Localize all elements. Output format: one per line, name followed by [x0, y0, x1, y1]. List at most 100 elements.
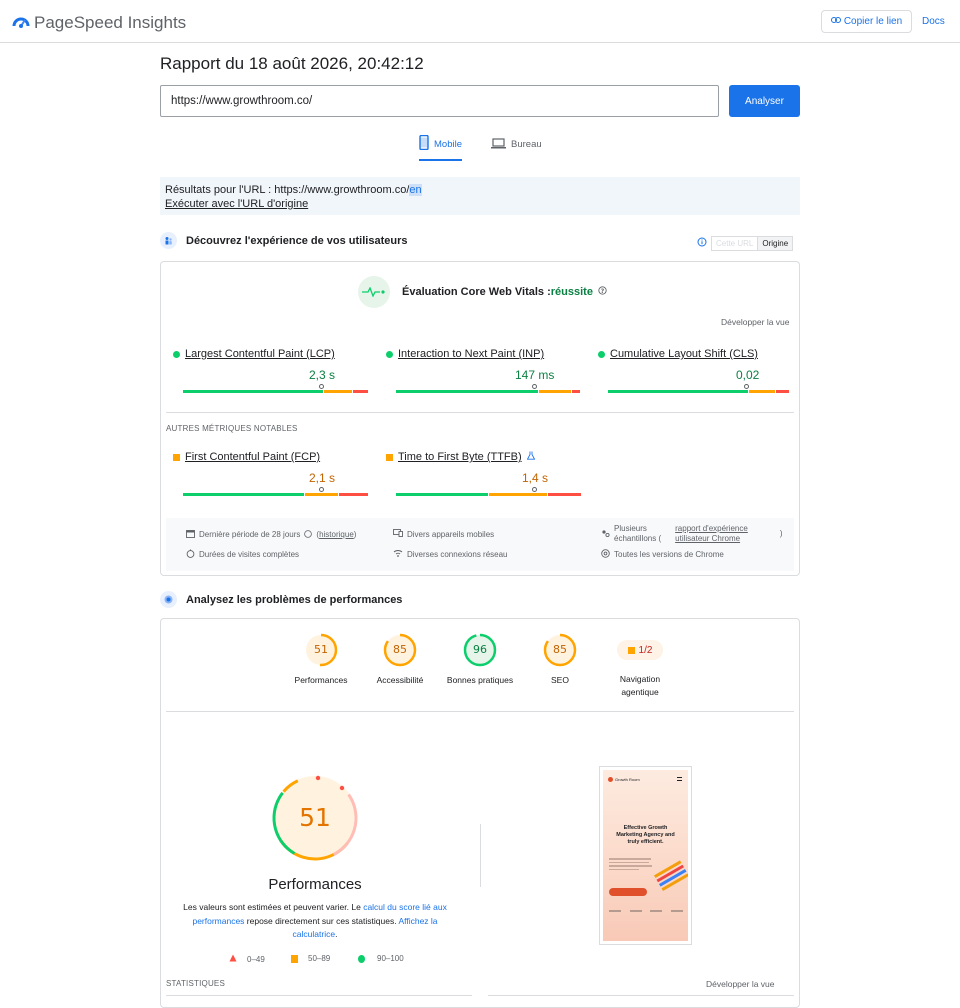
metric-lcp-label: Largest Contentful Paint (LCP) [185, 348, 335, 360]
score-value: 85 [393, 643, 407, 656]
screenshot-cta-button [609, 888, 647, 896]
field-data-meta: Dernière période de 28 jours (historique… [166, 518, 794, 571]
metric-ttfb-marker [532, 487, 537, 492]
url-origin-toggle: Cette URL Origine [697, 234, 794, 252]
docs-link[interactable]: Docs [922, 16, 945, 27]
copy-link-label: Copier le lien [843, 16, 903, 27]
metric-inp-label: Interaction to Next Paint (INP) [398, 348, 545, 360]
score-label: Bonnes pratiques [446, 675, 514, 685]
metric-fcp: First Contentful Paint (FCP) 2,1 s [173, 451, 368, 496]
meta-devices-text: Divers appareils mobiles [407, 529, 495, 539]
good-status-icon [173, 350, 180, 358]
analyze-button[interactable]: Analyser [729, 85, 800, 117]
metric-inp-value: 147 ms [515, 368, 555, 382]
laptop-icon [491, 135, 506, 152]
metric-inp-name[interactable]: Interaction to Next Paint (INP) [386, 348, 581, 360]
wifi-icon [393, 549, 403, 559]
crux-report-link[interactable]: rapport d'expérience utilisateur Chrome [675, 524, 748, 544]
meta-history-link[interactable]: (historique) [316, 530, 356, 539]
url-input[interactable] [160, 85, 719, 117]
help-icon[interactable] [304, 529, 313, 540]
screenshot-graphic [654, 860, 688, 899]
metric-lcp-name[interactable]: Largest Contentful Paint (LCP) [173, 348, 368, 360]
metric-ttfb: Time to First Byte (TTFB) 1,4 s [386, 451, 581, 496]
metric-lcp-distribution [183, 390, 368, 393]
logo[interactable]: PageSpeed Insights [12, 12, 186, 33]
screenshot-paragraph [609, 858, 653, 876]
metric-lcp-marker [319, 384, 324, 389]
score-label: Performances [294, 675, 348, 685]
experimental-flask-icon [526, 451, 535, 463]
score-seo[interactable]: 85 SEO [524, 633, 596, 687]
legend-poor: 0–49 [229, 954, 265, 964]
headline-line-2: Marketing Agency and [616, 832, 675, 838]
score-value: 51 [314, 643, 328, 656]
score-accessibility[interactable]: 85 Accessibilité [364, 633, 436, 687]
metric-inp: Interaction to Next Paint (INP) 147 ms [386, 348, 581, 393]
calendar-icon [186, 529, 195, 540]
score-best-practices[interactable]: 96 Bonnes pratiques [444, 633, 516, 687]
toggle-this-url[interactable]: Cette URL [711, 235, 759, 251]
legend-average-label: 50–89 [308, 954, 331, 963]
performance-description: Les valeurs sont estimées et peuvent var… [176, 901, 454, 942]
info-icon[interactable] [697, 234, 707, 252]
lab-data-card: 51 Performances 85 Accessibilité 96 Bonn… [160, 618, 800, 1008]
results-url-highlight: en [409, 184, 422, 196]
top-bar: PageSpeed Insights Copier le lien Docs [0, 0, 960, 43]
score-agentic-navigation[interactable]: 1/2 Navigation agentique [604, 633, 676, 699]
score-label: SEO [551, 675, 569, 685]
meta-durations: Durées de visites complètes [186, 549, 299, 560]
help-icon[interactable]: ? [598, 286, 607, 298]
tab-desktop-label: Bureau [511, 139, 542, 150]
close-paren: ) [779, 529, 783, 538]
score-gauge: 85 [543, 633, 577, 667]
metric-lcp-value: 2,3 s [309, 368, 336, 382]
stopwatch-icon [186, 549, 195, 560]
screenshot-brand: Growth Room [608, 777, 640, 782]
other-metrics-label: AUTRES MÉTRIQUES NOTABLES [166, 424, 298, 433]
tab-mobile[interactable]: Mobile [419, 134, 462, 161]
metric-fcp-name[interactable]: First Contentful Paint (FCP) [173, 451, 368, 463]
history-link-text: historique [319, 530, 354, 539]
metric-fcp-label: First Contentful Paint (FCP) [185, 451, 321, 463]
metric-cls-name[interactable]: Cumulative Layout Shift (CLS) [598, 348, 793, 360]
score-performance[interactable]: 51 Performances [285, 633, 357, 687]
desc-text-1: Les valeurs sont estimées et peuvent var… [183, 902, 364, 912]
performance-gauge-large: 51 [271, 774, 359, 862]
good-status-icon [386, 350, 393, 358]
metric-inp-marker [532, 384, 537, 389]
gauge-screenshot-divider [480, 824, 481, 887]
square-icon [291, 954, 298, 963]
svg-text:?: ? [601, 288, 605, 295]
meta-period-text: Dernière période de 28 jours [199, 530, 301, 539]
tab-mobile-label: Mobile [434, 139, 462, 150]
statistics-label: STATISTIQUES [166, 979, 225, 988]
tab-desktop[interactable]: Bureau [491, 135, 542, 161]
meta-connections: Diverses connexions réseau [393, 549, 508, 559]
score-gauge: 85 [383, 633, 417, 667]
pagespeed-logo-icon [12, 12, 30, 33]
agentic-score-value: 1/2 [638, 644, 653, 656]
metric-lcp: Largest Contentful Paint (LCP) 2,3 s [173, 348, 368, 393]
copy-link-button[interactable]: Copier le lien [821, 10, 912, 33]
meta-durations-text: Durées de visites complètes [199, 550, 300, 559]
desc-text-2: repose directement sur ces statistiques. [244, 915, 399, 926]
cwv-assessment: Évaluation Core Web Vitals :réussite ? [358, 276, 607, 308]
cwv-title-text: Évaluation Core Web Vitals : [402, 286, 551, 298]
metric-cls: Cumulative Layout Shift (CLS) 0,02 [598, 348, 793, 393]
screenshot-content: Growth Room Effective Growth Marketing A… [603, 770, 688, 941]
toggle-origin[interactable]: Origine [757, 235, 794, 251]
field-section-title: Découvrez l'expérience de vos utilisateu… [186, 234, 408, 247]
results-url-line: Résultats pour l'URL : https://www.growt… [165, 183, 795, 197]
users-icon [160, 232, 177, 249]
stats-divider-left [166, 995, 472, 996]
legend-good: 90–100 [358, 954, 404, 963]
expand-view-link[interactable]: Développer la vue [721, 317, 790, 327]
run-origin-link[interactable]: Exécuter avec l'URL d'origine [165, 197, 795, 211]
stats-divider-right [488, 995, 794, 996]
brand-logo-icon [608, 777, 613, 782]
screenshot-client-logos [609, 910, 683, 912]
metric-ttfb-name[interactable]: Time to First Byte (TTFB) [386, 451, 581, 463]
stats-expand-link[interactable]: Développer la vue [706, 979, 775, 989]
screenshot-headline: Effective Growth Marketing Agency and tr… [603, 825, 688, 846]
